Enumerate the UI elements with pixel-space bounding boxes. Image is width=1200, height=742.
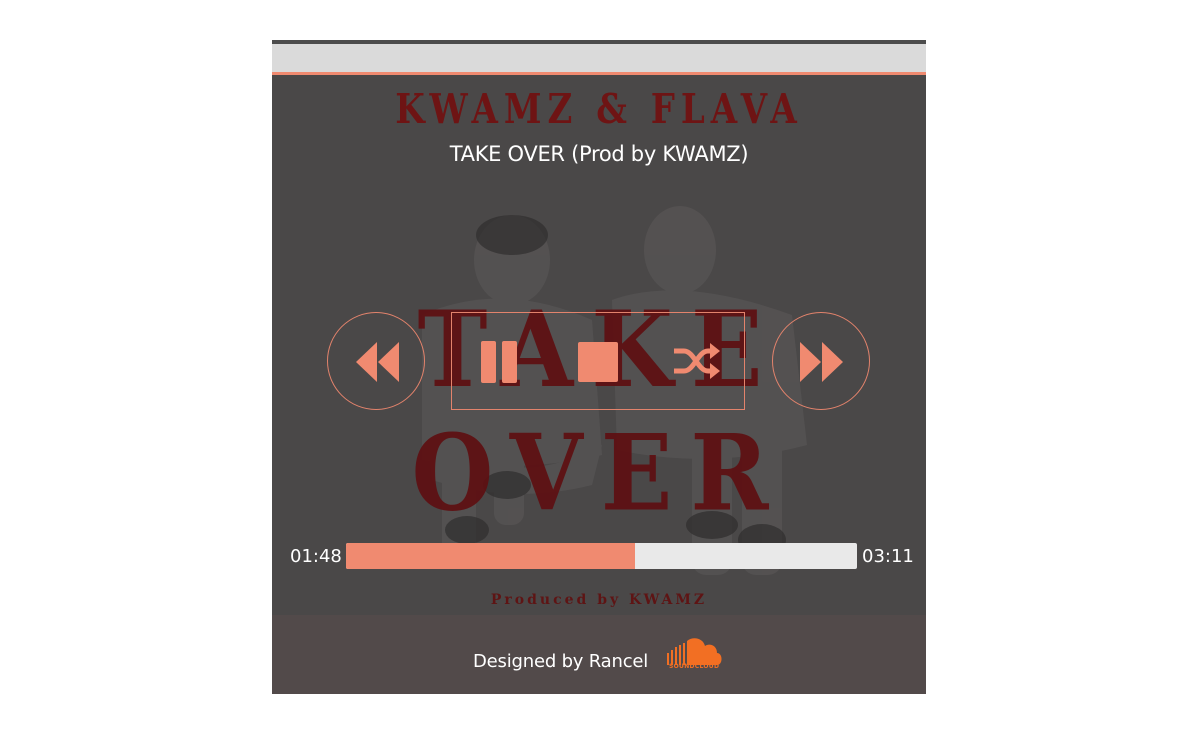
- fast-forward-button[interactable]: [772, 312, 870, 410]
- current-time: 01:48: [290, 546, 342, 567]
- shuffle-button[interactable]: [672, 340, 722, 382]
- fast-forward-icon: [800, 342, 843, 382]
- pause-button[interactable]: [477, 341, 521, 383]
- total-time: 03:11: [862, 546, 914, 567]
- track-title: TAKE OVER (Prod by KWAMZ): [449, 142, 749, 166]
- header-bar: [272, 44, 926, 72]
- progress-fill: [346, 543, 635, 569]
- footer: Designed by Rancel SOUNDCLOUD: [272, 615, 926, 694]
- stop-button[interactable]: [578, 342, 618, 382]
- progress-bar[interactable]: [346, 543, 857, 569]
- pause-icon: [481, 341, 517, 383]
- shuffle-icon: [674, 343, 720, 379]
- designed-by-text: Designed by Rancel: [473, 651, 649, 672]
- artist-title: KWAMZ & FLAVA: [395, 86, 803, 134]
- rewind-button[interactable]: [327, 312, 425, 410]
- rewind-icon: [356, 342, 399, 382]
- soundcloud-wordmark: SOUNDCLOUD: [669, 663, 720, 670]
- artwork-credit: Produced by KWAMZ: [490, 592, 708, 608]
- stop-icon: [578, 342, 618, 382]
- music-player: KWAMZ & FLAVA TAKE OVER (Prod by KWAMZ) …: [272, 40, 926, 694]
